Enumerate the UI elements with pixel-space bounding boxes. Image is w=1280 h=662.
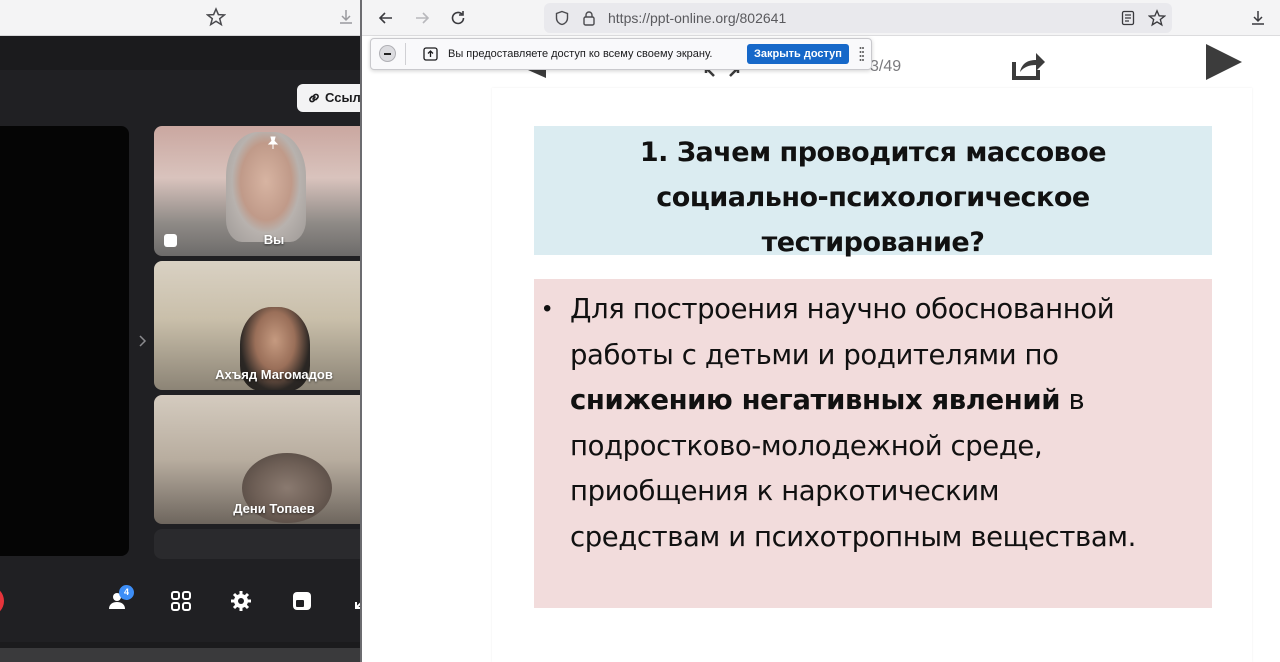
call-header-strip	[0, 36, 362, 70]
back-arrow-icon[interactable]	[376, 8, 396, 28]
slide-body-box: • Для построения научно обоснованной раб…	[534, 279, 1212, 608]
forward-arrow-icon[interactable]	[412, 8, 432, 28]
pin-icon[interactable]	[266, 136, 280, 150]
slide-page-counter: 3/49	[870, 58, 902, 75]
participant-name: Ахъяд Магомадов	[215, 367, 333, 382]
bookmark-star-icon[interactable]	[206, 7, 226, 27]
participant-tile-self[interactable]: Вы	[154, 126, 362, 256]
participant-tile[interactable]	[154, 529, 362, 559]
screen-share-message: Вы предоставляете доступ ко всему своему…	[448, 48, 713, 60]
left-window-bottom-bar	[0, 648, 362, 662]
address-bar[interactable]: https://ppt-online.org/802641	[544, 3, 1172, 33]
left-browser-toolbar	[0, 0, 362, 36]
copy-link-button[interactable]: Ссыл	[297, 84, 362, 112]
slide-title-line: 1. Зачем проводится массовое	[639, 137, 1107, 168]
main-video-area	[0, 126, 129, 556]
slide-title: 1. Зачем проводится массовое социально-п…	[534, 130, 1212, 265]
slide-body-line: подростково-молодежной среде,	[570, 429, 1043, 462]
bookmark-star-icon[interactable]	[1148, 9, 1166, 27]
video-call-window: Ссыл Вы Ахъяд Магомадов Дени Топаев 4	[0, 0, 362, 662]
slide-title-box: 1. Зачем проводится массовое социально-п…	[534, 126, 1212, 258]
grid-icon[interactable]	[168, 588, 194, 614]
next-slide-icon[interactable]	[1204, 44, 1242, 80]
slide-body-line: работы с детьми и родителями по	[570, 338, 1059, 371]
slide-body-after-bold: в	[1060, 384, 1085, 416]
notification-divider	[405, 43, 406, 65]
slide-body-line: Для построения научно обоснованной	[570, 293, 1115, 325]
slide-body-line: средствам и психотропным веществам.	[570, 520, 1136, 553]
download-icon[interactable]	[336, 7, 356, 27]
lock-icon[interactable]	[582, 10, 596, 26]
presentation-slide: 1. Зачем проводится массовое социально-п…	[492, 88, 1252, 662]
drag-handle-icon[interactable]	[859, 46, 864, 62]
slide-body-text: Для построения научно обоснованной работ…	[570, 287, 1210, 560]
participant-tile[interactable]: Дени Топаев	[154, 395, 362, 524]
layout-icon[interactable]	[289, 588, 315, 614]
bullet-point: •	[543, 295, 552, 322]
stop-sharing-button[interactable]: Закрыть доступ	[747, 44, 849, 64]
copy-link-label: Ссыл	[325, 90, 361, 105]
url-text: https://ppt-online.org/802641	[608, 10, 787, 26]
link-icon	[309, 93, 319, 103]
slide-body-bold: снижению негативных явлений	[570, 384, 1061, 416]
screen-share-icon	[423, 47, 438, 61]
browser-window: https://ppt-online.org/802641 3/49 Вы пр…	[362, 0, 1280, 662]
minimize-notification-button[interactable]	[379, 45, 396, 62]
slide-body-line: снижению негативных явлений в	[570, 378, 1210, 424]
reader-view-icon[interactable]	[1120, 10, 1136, 26]
shield-icon[interactable]	[554, 10, 570, 26]
participant-name: Вы	[263, 232, 285, 247]
download-icon[interactable]	[1248, 8, 1268, 28]
participants-count-badge: 4	[119, 585, 134, 600]
gear-icon[interactable]	[228, 588, 254, 614]
share-icon[interactable]	[1010, 48, 1046, 82]
slide-title-line: социально-психологическое	[656, 182, 1090, 213]
browser-toolbar: https://ppt-online.org/802641	[362, 0, 1280, 36]
screen-share-notification: Вы предоставляете доступ ко всему своему…	[370, 38, 872, 70]
reload-icon[interactable]	[448, 8, 468, 28]
slide-body-line: приобщения к наркотическим	[570, 475, 1000, 507]
participant-tile[interactable]: Ахъяд Магомадов	[154, 261, 362, 390]
participant-name: Дени Топаев	[233, 501, 315, 516]
chevron-right-icon[interactable]	[136, 334, 148, 348]
slide-title-line: тестирование?	[761, 227, 985, 258]
